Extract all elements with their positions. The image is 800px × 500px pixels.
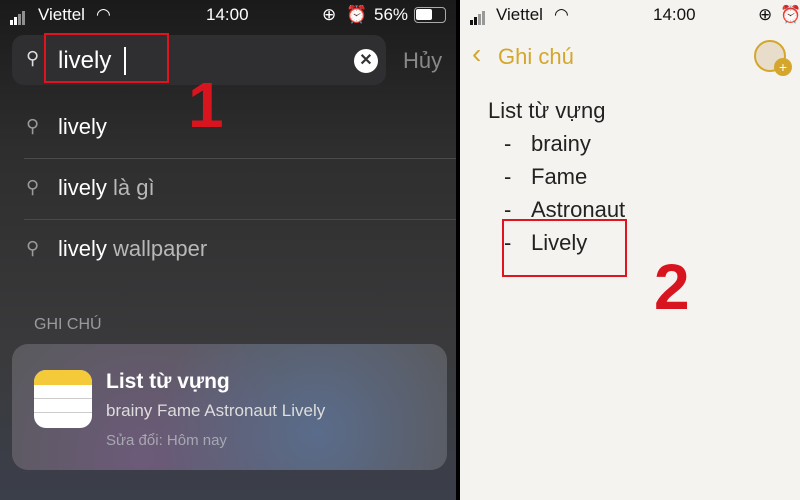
time: 14:00 — [206, 5, 249, 24]
wifi-icon: ◠ — [554, 5, 569, 24]
notes-screen: Viettel ◠ 14:00 ⊕ ⏰ ‹ Ghi chú + List từ … — [460, 0, 800, 500]
search-icon: ⚲ — [26, 48, 40, 68]
alarm-icon: ⏰ — [346, 5, 368, 24]
rotation-lock-icon: ⊕ — [322, 5, 337, 24]
suggestion-text: lively — [58, 236, 107, 261]
search-icon: ⚲ — [26, 116, 40, 136]
result-snippet: brainy Fame Astronaut Lively — [106, 401, 326, 420]
wifi-icon: ◠ — [96, 5, 111, 24]
search-icon: ⚲ — [26, 177, 40, 197]
clear-icon[interactable]: ✕ — [354, 49, 378, 73]
add-people-icon[interactable]: + — [754, 40, 792, 76]
suggestion-item[interactable]: ⚲ lively — [0, 98, 456, 158]
annotation-number-2: 2 — [654, 251, 690, 323]
time: 14:00 — [653, 5, 696, 24]
suggestion-text: lively — [58, 175, 107, 200]
suggestion-rest: là gì — [106, 175, 155, 200]
cancel-button[interactable]: Hủy — [403, 48, 442, 74]
result-modified: Sửa đổi: Hôm nay — [106, 432, 227, 449]
back-button[interactable]: Ghi chú — [498, 44, 574, 70]
suggestion-item[interactable]: ⚲ lively wallpaper — [0, 220, 456, 280]
note-title: List từ vựng — [488, 98, 606, 123]
search-icon: ⚲ — [26, 238, 40, 258]
back-chevron-icon[interactable]: ‹ — [472, 38, 481, 70]
note-item: Fame — [531, 164, 588, 189]
battery-percent: 56% — [374, 5, 409, 24]
carrier: Viettel — [38, 5, 85, 24]
suggestion-rest: wallpaper — [106, 236, 208, 261]
note-dash: - — [504, 164, 512, 189]
result-title: List từ vựng — [106, 370, 230, 393]
rotation-lock-icon: ⊕ — [758, 5, 773, 24]
battery-icon — [414, 7, 446, 23]
suggestion-text: lively — [58, 114, 107, 139]
section-header: GHI CHÚ — [34, 316, 102, 333]
suggestion-item[interactable]: ⚲ lively là gì — [0, 159, 456, 219]
status-bar: Viettel ◠ 14:00 ⊕ ⏰ 56% — [0, 0, 456, 30]
carrier: Viettel — [496, 5, 543, 24]
alarm-icon: ⏰ — [780, 5, 800, 24]
signal-icon — [470, 5, 486, 25]
highlight-box-1 — [44, 33, 169, 83]
note-dash: - — [504, 131, 512, 156]
signal-icon — [10, 5, 26, 25]
notes-app-icon — [34, 370, 92, 428]
note-result-card[interactable]: List từ vựng brainy Fame Astronaut Livel… — [12, 344, 447, 470]
status-bar: Viettel ◠ 14:00 ⊕ ⏰ — [460, 0, 800, 30]
note-item: brainy — [531, 131, 591, 156]
spotlight-search-screen: Viettel ◠ 14:00 ⊕ ⏰ 56% ⚲ lively ✕ Hủy 1… — [0, 0, 456, 500]
highlight-box-2 — [502, 219, 627, 277]
